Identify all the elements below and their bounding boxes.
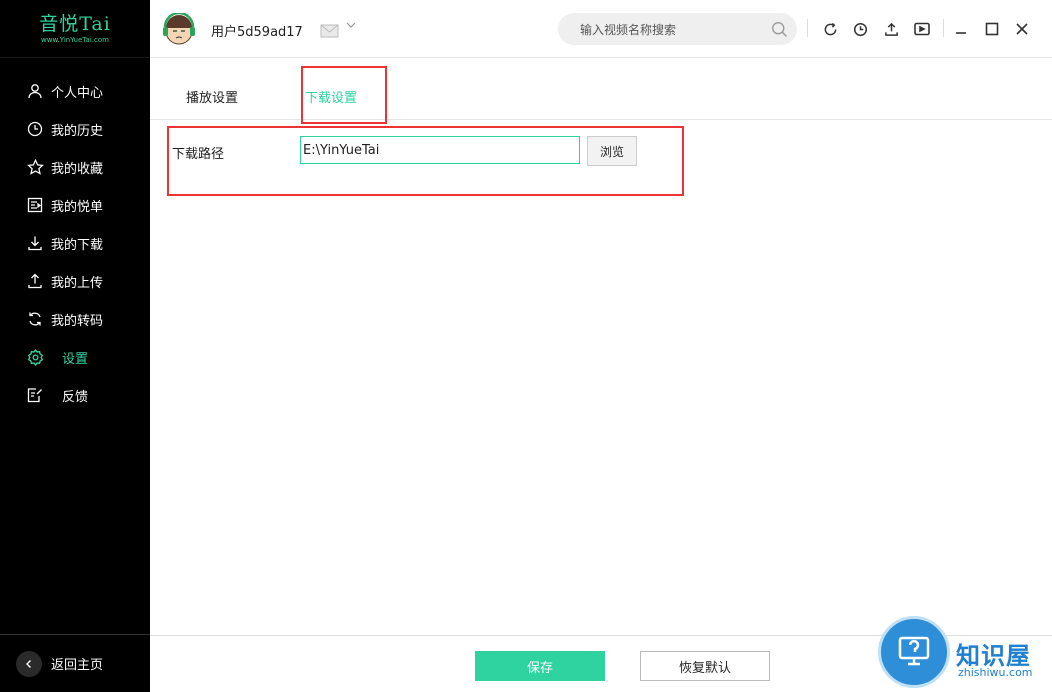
upload-icon bbox=[884, 22, 898, 36]
download-path-input[interactable] bbox=[300, 136, 580, 164]
upload-icon bbox=[26, 272, 44, 290]
tab-playback-settings[interactable]: 播放设置 bbox=[186, 87, 238, 106]
search-box[interactable]: 输入视频名称搜索 bbox=[558, 13, 797, 45]
sidebar-item-label: 我的历史 bbox=[51, 123, 104, 139]
logo-url: www.YinYueTai.com bbox=[41, 35, 109, 44]
sidebar-item-transcode[interactable]: 我的转码 bbox=[0, 300, 150, 338]
close-button[interactable] bbox=[1011, 18, 1033, 40]
separator bbox=[943, 19, 944, 37]
highlight-box bbox=[301, 66, 387, 124]
clock-icon bbox=[26, 120, 44, 138]
top-bar: 用户5d59ad17 输入视频名称搜索 bbox=[150, 0, 1052, 58]
sidebar-item-label: 我的转码 bbox=[51, 313, 104, 329]
sidebar: 音悦Tai www.YinYueTai.com 个人中心 我的历史 我的收藏 我… bbox=[0, 0, 150, 692]
sidebar-item-label: 个人中心 bbox=[51, 85, 104, 101]
save-button[interactable]: 保存 bbox=[475, 651, 605, 681]
sidebar-item-favorites[interactable]: 我的收藏 bbox=[0, 148, 150, 186]
user-icon bbox=[26, 82, 44, 100]
mail-dropdown[interactable] bbox=[320, 20, 360, 40]
sidebar-nav: 个人中心 我的历史 我的收藏 我的悦单 我的下载 我的上传 我的转码 设置 反馈 bbox=[0, 72, 150, 414]
upload-button[interactable] bbox=[880, 18, 902, 40]
gear-icon bbox=[26, 348, 44, 366]
sidebar-item-settings[interactable]: 设置 bbox=[0, 338, 150, 376]
sidebar-item-playlists[interactable]: 我的悦单 bbox=[0, 186, 150, 224]
browse-button[interactable]: 浏览 bbox=[587, 136, 637, 166]
download-icon bbox=[26, 234, 44, 252]
minimize-button[interactable] bbox=[950, 18, 972, 40]
username[interactable]: 用户5d59ad17 bbox=[211, 21, 303, 40]
player-button[interactable] bbox=[911, 18, 933, 40]
watermark: 知识屋 zhishiwu.com bbox=[876, 610, 1052, 692]
mail-icon bbox=[320, 22, 356, 38]
settings-tabs: 播放设置 下载设置 bbox=[150, 58, 1052, 124]
video-icon bbox=[914, 22, 930, 36]
download-path-label: 下载路径 bbox=[172, 147, 225, 162]
separator bbox=[807, 19, 808, 37]
sidebar-item-label: 设置 bbox=[62, 351, 89, 367]
restore-default-button[interactable]: 恢复默认 bbox=[640, 651, 770, 681]
logo-text: 音悦Tai bbox=[39, 12, 111, 35]
chevron-left-icon bbox=[16, 650, 42, 677]
clock-icon bbox=[853, 22, 867, 36]
history-button[interactable] bbox=[849, 18, 871, 40]
app-logo[interactable]: 音悦Tai www.YinYueTai.com bbox=[0, 0, 150, 58]
feedback-icon bbox=[26, 386, 44, 404]
sidebar-item-label: 我的收藏 bbox=[51, 161, 104, 177]
search-input[interactable]: 输入视频名称搜索 bbox=[580, 21, 769, 38]
sidebar-item-feedback[interactable]: 反馈 bbox=[0, 376, 150, 414]
search-icon[interactable] bbox=[769, 19, 789, 39]
watermark-url: zhishiwu.com bbox=[958, 666, 1033, 679]
convert-icon bbox=[26, 310, 44, 328]
maximize-icon bbox=[985, 22, 999, 36]
star-icon bbox=[26, 158, 44, 176]
sidebar-item-history[interactable]: 我的历史 bbox=[0, 110, 150, 148]
close-icon bbox=[1016, 23, 1028, 35]
sidebar-item-uploads[interactable]: 我的上传 bbox=[0, 262, 150, 300]
back-home-label: 返回主页 bbox=[51, 658, 104, 673]
avatar[interactable] bbox=[162, 11, 196, 47]
sidebar-item-label: 我的悦单 bbox=[51, 199, 104, 215]
sidebar-item-label: 我的下载 bbox=[51, 237, 104, 253]
sidebar-item-downloads[interactable]: 我的下载 bbox=[0, 224, 150, 262]
maximize-button[interactable] bbox=[981, 18, 1003, 40]
minimize-icon bbox=[956, 32, 966, 34]
refresh-icon bbox=[824, 22, 836, 35]
refresh-button[interactable] bbox=[819, 18, 841, 40]
playlist-icon bbox=[26, 196, 44, 214]
help-monitor-icon bbox=[878, 616, 950, 688]
sidebar-item-label: 我的上传 bbox=[51, 275, 104, 291]
sidebar-item-label: 反馈 bbox=[62, 389, 89, 405]
back-home-button[interactable]: 返回主页 bbox=[0, 634, 150, 692]
sidebar-item-profile[interactable]: 个人中心 bbox=[0, 72, 150, 110]
